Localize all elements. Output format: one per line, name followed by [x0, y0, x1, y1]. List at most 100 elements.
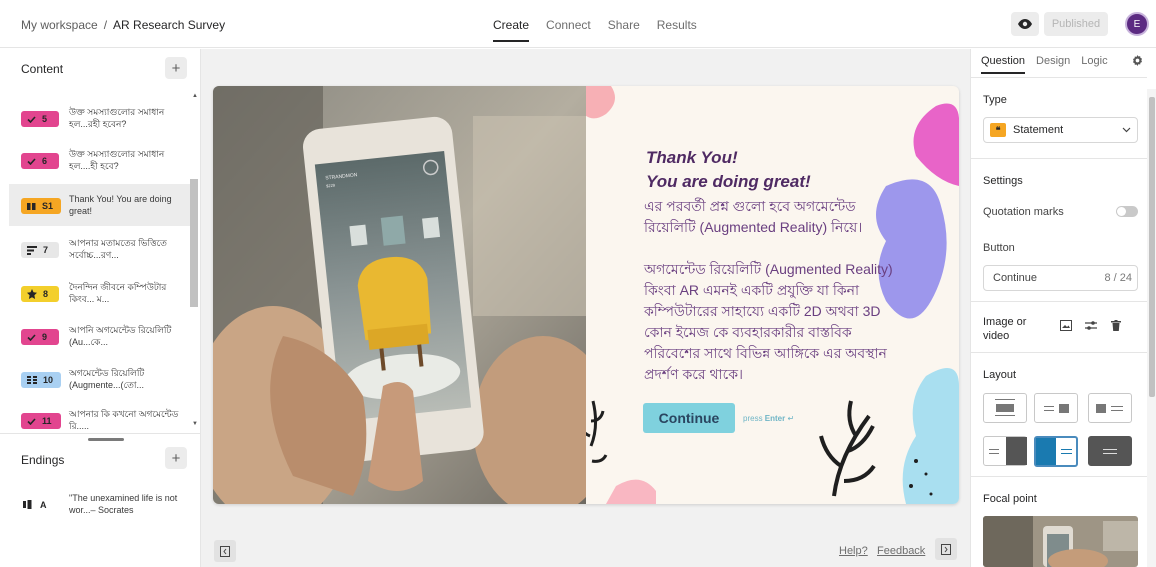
layout-option-1[interactable]	[983, 393, 1027, 423]
main-nav: Create Connect Share Results	[493, 18, 697, 42]
publish-button[interactable]: Published	[1044, 12, 1108, 36]
question-type-select[interactable]: ❝ Statement	[983, 117, 1138, 143]
quotation-marks-label: Quotation marks	[983, 206, 1064, 218]
feedback-link[interactable]: Feedback	[877, 545, 925, 557]
tab-connect[interactable]: Connect	[546, 18, 591, 32]
list-item[interactable]: 6 উক্ত সমস্যাগুলোর সমাধান হল....হী হবে?	[9, 139, 190, 181]
ranking-icon	[27, 245, 37, 255]
divider	[971, 352, 1147, 353]
question-title: উক্ত সমস্যাগুলোর সমাধান হল...রহী হবেন?	[69, 107, 165, 129]
check-icon	[27, 333, 36, 341]
type-label: Type	[983, 94, 1007, 106]
content-heading: Content	[21, 62, 64, 76]
avatar[interactable]: E	[1125, 12, 1149, 36]
statement-paragraph-1: এর পরবর্তী প্রশ্ন গুলো হবে অগমেন্টেড রিয…	[644, 198, 863, 235]
list-item[interactable]: 11 আপনার কি কখনো অগমেন্টেড রি.....	[9, 399, 190, 433]
endings-heading: Endings	[21, 453, 65, 467]
check-icon	[27, 417, 36, 425]
ending-letter: A	[40, 500, 47, 510]
layout-option-3[interactable]	[1088, 393, 1132, 423]
quotation-marks-toggle[interactable]	[1116, 206, 1138, 217]
list-item[interactable]: 9 আপনি অগমেন্টেড রিয়েলিটি (Au...কে...	[9, 315, 190, 357]
question-title: অগমেন্টেড রিয়েলিটি (Augmente...(তো...	[69, 368, 145, 390]
scroll-up-arrow[interactable]: ▲	[192, 93, 198, 99]
settings-scrollbar[interactable]	[1149, 97, 1155, 397]
statement-paragraph-2: অগমেন্টেড রিয়েলিটি (Augmented Reality) …	[644, 261, 893, 382]
list-item[interactable]: S1 Thank You! You are doing great!	[9, 184, 190, 226]
focal-point-label: Focal point	[983, 493, 1037, 505]
question-number: 10	[43, 375, 54, 385]
list-item[interactable]: 5 উক্ত সমস্যাগুলোর সমাধান হল...রহী হবেন?	[9, 97, 190, 139]
character-count: 8 / 24	[1104, 272, 1132, 284]
settings-label: Settings	[983, 175, 1023, 187]
matrix-icon	[27, 376, 37, 384]
adjust-icon[interactable]	[1085, 320, 1097, 331]
press-prefix: press	[743, 414, 763, 423]
list-item[interactable]: 7 আপনার মতামতের ভিত্তিতে সর্বোচ্চ...রণ..…	[9, 228, 190, 270]
layout-label: Layout	[983, 369, 1017, 381]
question-number: S1	[42, 201, 54, 211]
heading-line-1: Thank You!	[646, 148, 738, 167]
ending-item[interactable]: A "The unexamined life is not wor...– So…	[9, 485, 190, 529]
continue-button[interactable]: Continue	[643, 403, 735, 433]
media-label: Image or video	[983, 316, 1027, 342]
tab-logic[interactable]: Logic	[1081, 55, 1107, 67]
list-item[interactable]: 10 অগমেন্টেড রিয়েলিটি (Augmente...(তো..…	[9, 358, 190, 400]
button-label: Button	[983, 242, 1015, 254]
question-badge: S1	[21, 198, 61, 214]
question-number: 8	[43, 289, 49, 299]
ending-title: "The unexamined life is not wor...– Socr…	[69, 493, 178, 515]
tab-question[interactable]: Question	[981, 55, 1026, 74]
question-title: আপনার কি কখনো অগমেন্টেড রি.....	[69, 409, 179, 431]
layout-option-6[interactable]	[1088, 436, 1132, 466]
content-scrollbar[interactable]	[190, 179, 198, 307]
breadcrumb-workspace-link[interactable]: My workspace	[21, 18, 98, 32]
scroll-down-arrow[interactable]: ▼	[192, 421, 198, 427]
breadcrumb-form-title[interactable]: AR Research Survey	[113, 18, 225, 32]
button-text-value: Continue	[993, 272, 1038, 284]
press-enter-hint: press Enter ↵	[743, 414, 794, 423]
question-number: 11	[42, 416, 52, 426]
tab-results[interactable]: Results	[657, 18, 697, 32]
gear-icon[interactable]	[1132, 55, 1143, 66]
collapse-left-panel-button[interactable]	[214, 540, 236, 562]
breadcrumb-separator: /	[103, 18, 108, 32]
button-text-field[interactable]: Continue 8 / 24	[983, 265, 1138, 291]
add-question-button[interactable]: +	[165, 57, 187, 79]
panel-right-icon	[941, 543, 951, 555]
star-icon	[27, 289, 37, 299]
breadcrumb: My workspace / AR Research Survey	[21, 18, 225, 32]
collapse-right-panel-button[interactable]	[935, 538, 957, 560]
layout-option-5-selected[interactable]	[1034, 436, 1078, 467]
question-number: 5	[42, 114, 48, 124]
tab-design[interactable]: Design	[1036, 55, 1070, 67]
divider	[0, 433, 201, 434]
top-bar: My workspace / AR Research Survey Create C…	[0, 0, 1156, 48]
question-number: 7	[43, 245, 49, 255]
trash-icon[interactable]	[1111, 320, 1121, 331]
image-icon[interactable]	[1060, 320, 1072, 331]
help-link[interactable]: Help?	[839, 545, 868, 557]
preview-button[interactable]	[1011, 12, 1039, 36]
statement-heading: Thank You! You are doing great!	[646, 146, 906, 194]
enter-icon: ↵	[787, 414, 795, 423]
focal-point-preview[interactable]	[983, 516, 1138, 567]
divider	[971, 77, 1147, 78]
tab-share[interactable]: Share	[608, 18, 640, 32]
divider	[971, 476, 1147, 477]
question-badge: 9	[21, 329, 59, 345]
check-icon	[27, 157, 36, 165]
layout-option-2[interactable]	[1034, 393, 1078, 423]
tab-create[interactable]: Create	[493, 18, 530, 42]
question-title: উক্ত সমস্যাগুলোর সমাধান হল....হী হবে?	[69, 149, 165, 171]
question-badge: 10	[21, 372, 61, 388]
form-preview: STRANDMON $229 Thank You! You are doing …	[213, 86, 959, 504]
layout-option-4[interactable]	[983, 436, 1027, 466]
list-item[interactable]: 8 দৈনন্দিন জীবনে কম্পিউটার কিংব... ম...	[9, 272, 190, 314]
settings-tabs: Question Design Logic	[981, 55, 1108, 74]
add-ending-button[interactable]: +	[165, 447, 187, 469]
question-badge: 11	[21, 413, 61, 429]
resize-handle[interactable]	[88, 438, 124, 441]
question-badge: 5	[21, 111, 59, 127]
quote-icon	[27, 202, 36, 210]
